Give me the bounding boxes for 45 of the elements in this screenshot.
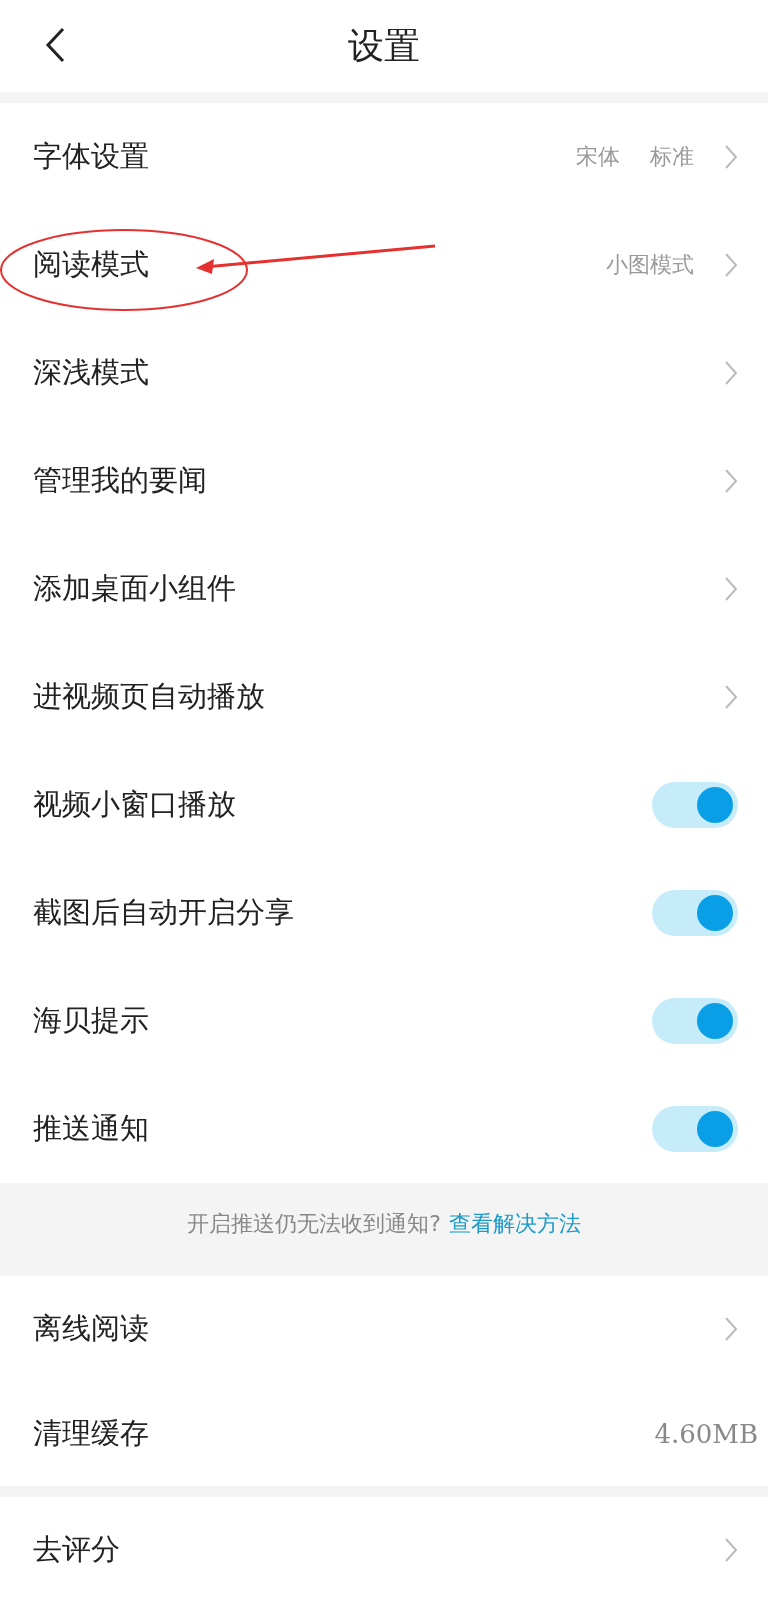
row-label: 离线阅读 <box>33 1309 149 1347</box>
settings-row[interactable]: 去评分 <box>0 1497 768 1600</box>
row-label: 截图后自动开启分享 <box>33 894 294 931</box>
row-label: 清理缓存 <box>33 1414 149 1452</box>
row-label: 去评分 <box>33 1530 120 1568</box>
settings-row[interactable]: 截图后自动开启分享 <box>0 859 768 967</box>
settings-row[interactable]: 推送通知 <box>0 1075 768 1183</box>
chevron-icon <box>724 576 738 602</box>
settings-row[interactable]: 离线阅读 <box>0 1276 768 1381</box>
page-title: 设置 <box>348 23 420 68</box>
settings-row[interactable]: 添加桌面小组件 <box>0 535 768 643</box>
row-label: 添加桌面小组件 <box>33 570 236 607</box>
row-label: 字体设置 <box>33 138 149 175</box>
settings-row[interactable]: 字体设置 宋体 标准 <box>0 103 768 211</box>
toggle-switch[interactable] <box>652 998 738 1044</box>
chevron-icon <box>724 468 738 494</box>
row-label: 深浅模式 <box>33 354 149 391</box>
notice-text: 开启推送仍无法收到通知? <box>187 1210 441 1238</box>
settings-row[interactable]: 深浅模式 <box>0 319 768 427</box>
toggle-switch[interactable] <box>652 782 738 828</box>
row-label: 进视频页自动播放 <box>33 678 265 715</box>
toggle-switch[interactable] <box>652 890 738 936</box>
row-label: 推送通知 <box>33 1110 149 1147</box>
row-label: 海贝提示 <box>33 1002 149 1039</box>
settings-row[interactable]: 视频小窗口播放 <box>0 751 768 859</box>
chevron-icon <box>724 1315 738 1342</box>
settings-row[interactable]: 海贝提示 <box>0 967 768 1075</box>
row-value: 标准 <box>650 143 694 171</box>
row-value: 宋体 <box>576 143 620 171</box>
row-value: 4.60MB <box>654 1418 758 1449</box>
chevron-icon <box>724 144 738 170</box>
settings-row[interactable]: 管理我的要闻 <box>0 427 768 535</box>
row-value: 小图模式 <box>606 251 694 279</box>
chevron-icon <box>724 1536 738 1563</box>
chevron-icon <box>724 252 738 278</box>
settings-row[interactable]: 进视频页自动播放 <box>0 643 768 751</box>
row-label: 阅读模式 <box>33 246 149 283</box>
settings-row[interactable]: 清理缓存 4.60MB <box>0 1381 768 1486</box>
chevron-icon <box>724 684 738 710</box>
chevron-icon <box>724 360 738 386</box>
row-label: 管理我的要闻 <box>33 462 207 499</box>
toggle-switch[interactable] <box>652 1106 738 1152</box>
row-label: 视频小窗口播放 <box>33 786 236 823</box>
settings-row[interactable]: 阅读模式 小图模式 <box>0 211 768 319</box>
back-icon[interactable] <box>45 27 65 63</box>
